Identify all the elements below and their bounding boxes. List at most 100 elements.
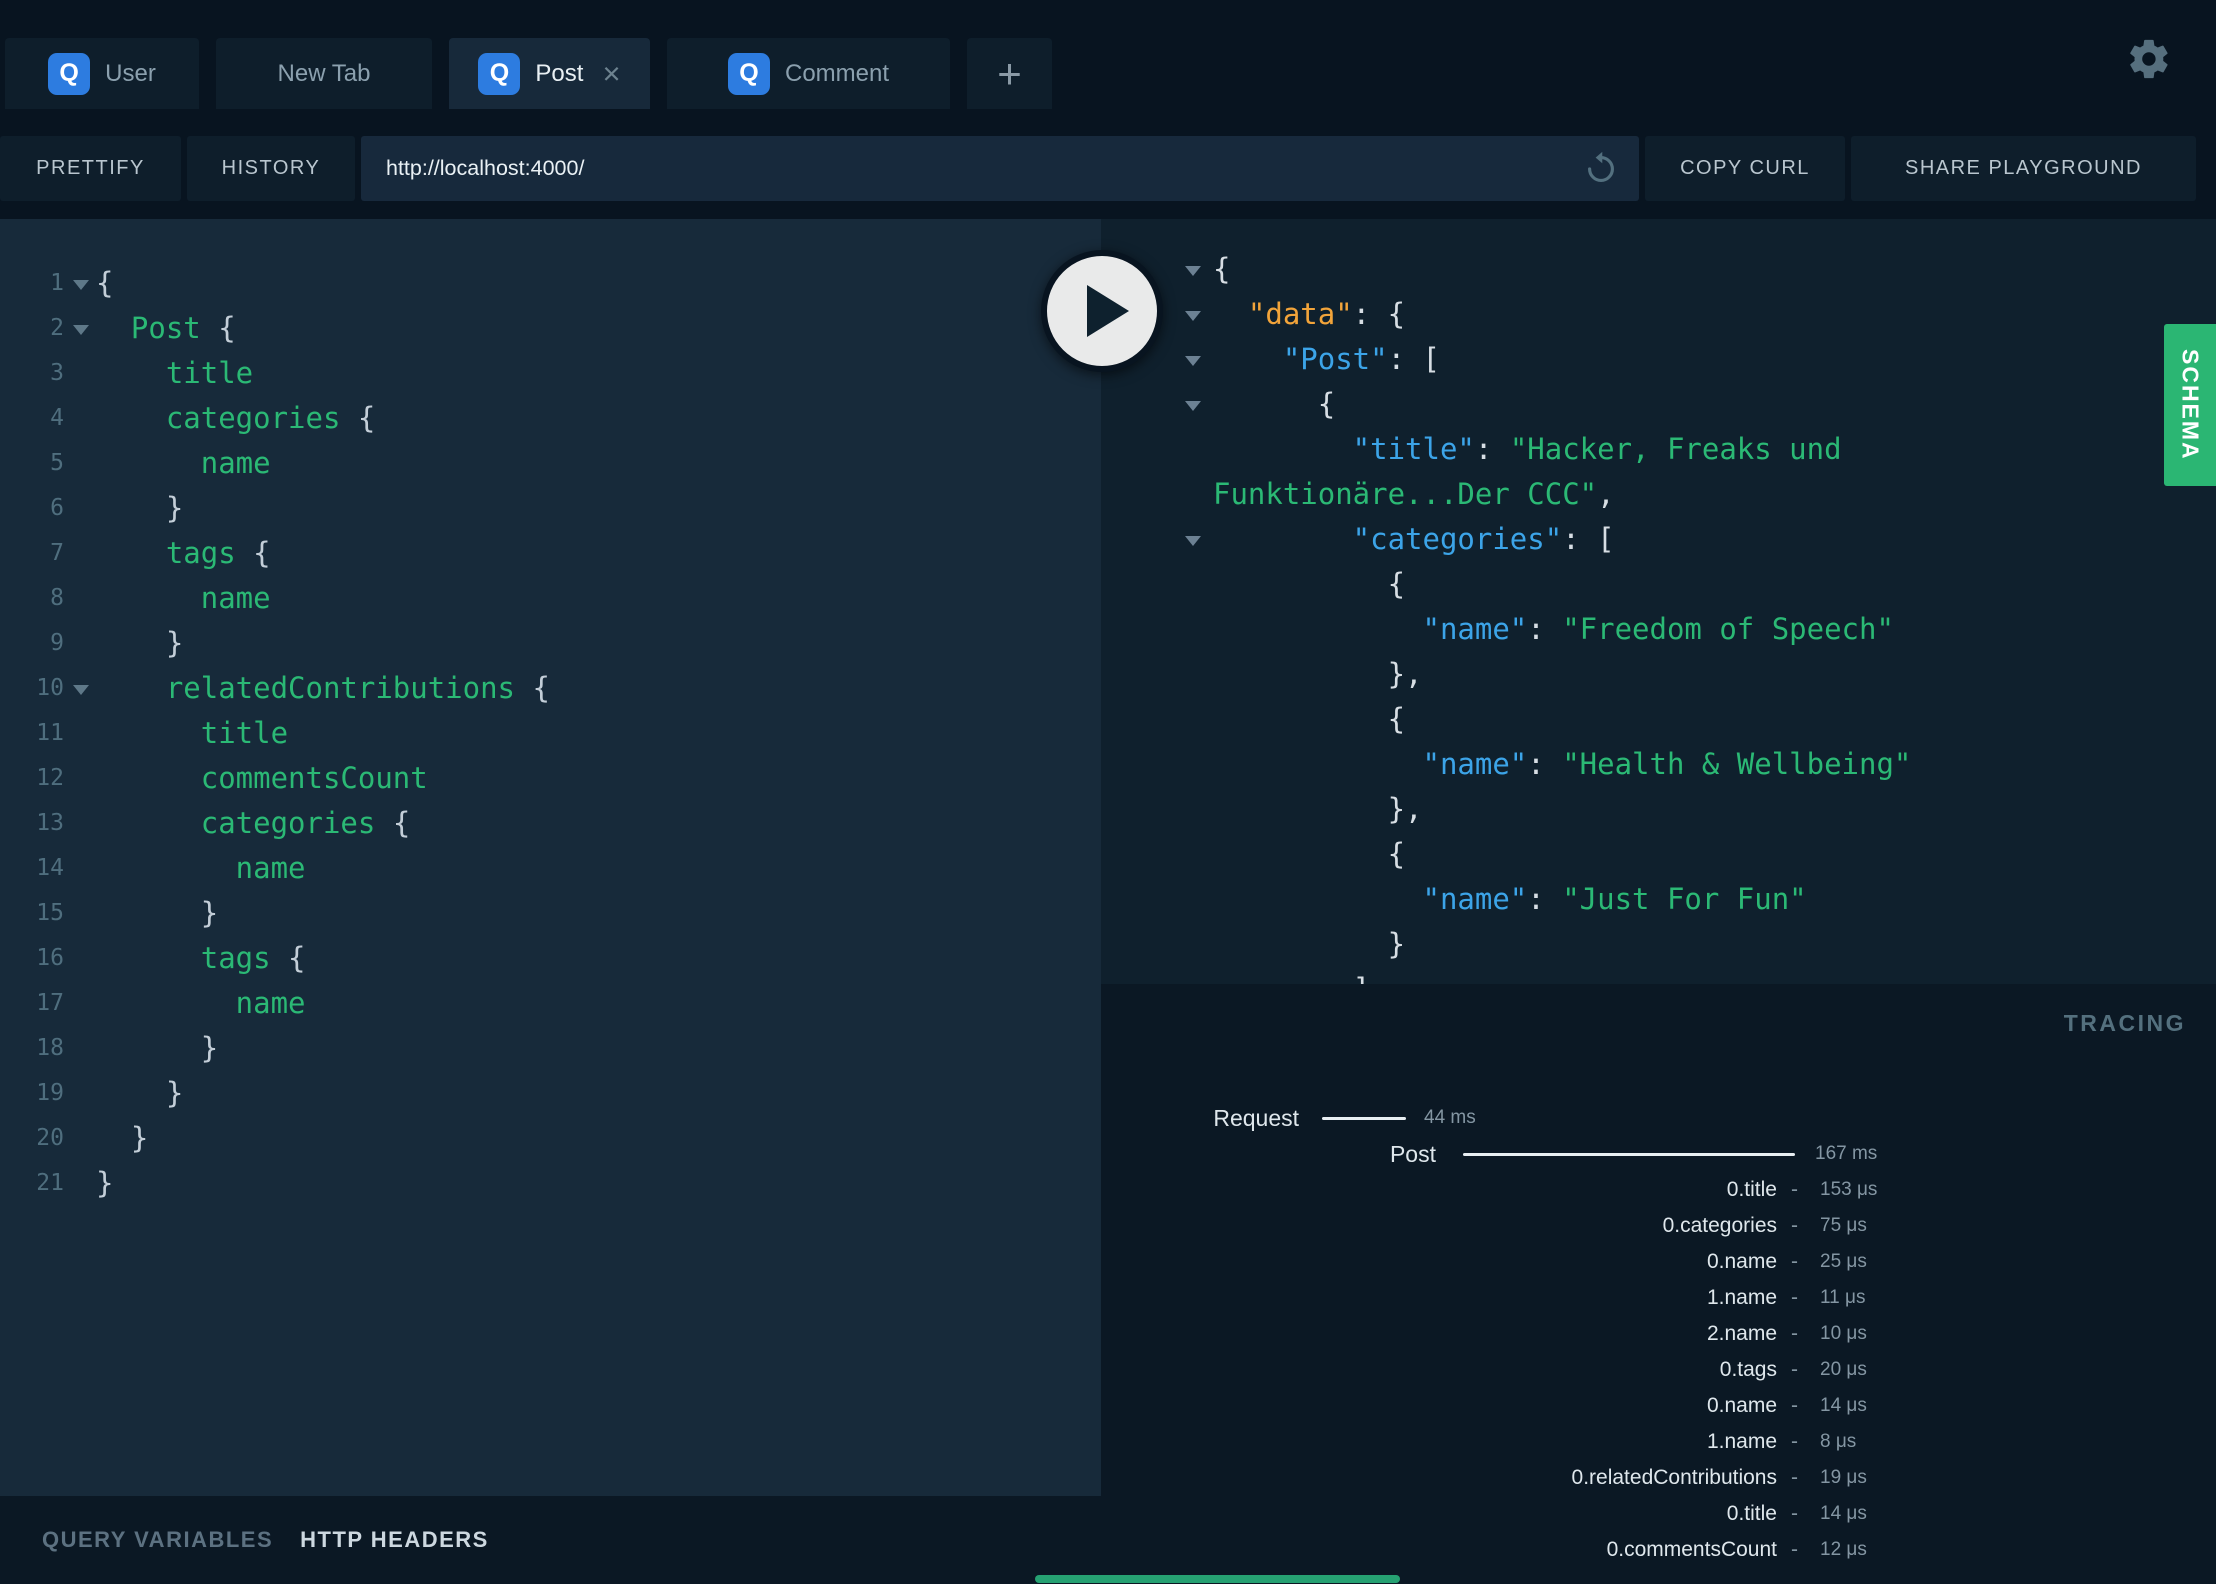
http-headers-tab[interactable]: HTTP HEADERS	[300, 1527, 489, 1553]
tracing-row: 0.title - 14 μs	[1101, 1496, 2216, 1532]
query-editor-line[interactable]: 18}	[0, 1026, 1101, 1071]
query-editor-line[interactable]: 16 tags {	[0, 936, 1101, 981]
query-editor-line[interactable]: 17 name	[0, 981, 1101, 1026]
line-number: 20	[36, 1125, 64, 1151]
tracing-dash: -	[1791, 1178, 1798, 1201]
response-code: }	[1388, 927, 1405, 961]
code-token: categories	[165, 401, 341, 435]
prettify-button[interactable]: PRETTIFY	[0, 136, 181, 201]
fold-arrow-icon[interactable]	[73, 280, 89, 290]
response-code: "name": "Just For Fun"	[1423, 882, 1807, 916]
collapse-arrow-icon[interactable]	[1185, 536, 1201, 546]
line-number: 4	[50, 405, 64, 431]
collapse-arrow-icon[interactable]	[1185, 311, 1201, 321]
line-number: 10	[36, 675, 64, 701]
endpoint-url-input[interactable]	[361, 136, 1639, 201]
query-code: categories {	[96, 396, 376, 441]
query-code: tags {	[96, 936, 306, 981]
query-editor-line[interactable]: 8 name	[0, 576, 1101, 621]
query-editor-line[interactable]: 12 commentsCount	[0, 756, 1101, 801]
fold-gutter	[64, 936, 96, 981]
query-editor-line[interactable]: 15}	[0, 891, 1101, 936]
collapse-arrow-icon[interactable]	[1185, 401, 1201, 411]
code-token: Funktionäre...Der CCC"	[1213, 477, 1598, 511]
query-editor-line[interactable]: 5 name	[0, 441, 1101, 486]
close-tab-icon[interactable]: ×	[602, 58, 620, 89]
execute-button[interactable]	[1041, 250, 1163, 372]
collapse-arrow-icon[interactable]	[1185, 356, 1201, 366]
copy-curl-button[interactable]: COPY CURL	[1645, 136, 1845, 201]
tracing-row: 0.relatedContributions - 19 μs	[1101, 1460, 2216, 1496]
settings-gear-icon[interactable]	[2126, 36, 2172, 82]
query-editor-line[interactable]: 13 categories {	[0, 801, 1101, 846]
query-editor-line[interactable]: 7 tags {	[0, 531, 1101, 576]
line-number: 2	[50, 315, 64, 341]
tracing-dash: -	[1791, 1538, 1798, 1561]
fold-gutter	[64, 891, 96, 936]
code-token: {	[1387, 837, 1406, 871]
schema-tab[interactable]: SCHEMA	[2164, 324, 2216, 486]
fold-gutter	[64, 1116, 96, 1161]
tracing-row-label: 0.tags	[1719, 1358, 1777, 1381]
code-token: {	[375, 806, 411, 840]
query-variables-tab[interactable]: QUERY VARIABLES	[42, 1527, 273, 1553]
response-code: "categories": [	[1353, 522, 1615, 556]
tracing-row-label: 0.categories	[1662, 1214, 1777, 1237]
tracing-row: 0.tags - 20 μs	[1101, 1352, 2216, 1388]
query-editor-line[interactable]: 4 categories {	[0, 396, 1101, 441]
query-editor-line[interactable]: 6}	[0, 486, 1101, 531]
response-code: "Post": [	[1283, 342, 1440, 376]
tab-comment[interactable]: Q Comment	[667, 38, 950, 109]
query-editor-line[interactable]: 20}	[0, 1116, 1101, 1161]
code-token: "name"	[1422, 612, 1528, 646]
query-code: categories {	[96, 801, 411, 846]
fold-arrow-icon[interactable]	[73, 685, 89, 695]
query-editor-line[interactable]: 9}	[0, 621, 1101, 666]
query-editor-line[interactable]: 1{	[0, 261, 1101, 306]
fold-gutter	[64, 576, 96, 621]
share-playground-button[interactable]: SHARE PLAYGROUND	[1851, 136, 2196, 201]
tracing-dash: -	[1791, 1430, 1798, 1453]
query-editor-line[interactable]: 2 Post {	[0, 306, 1101, 351]
code-token: tags	[165, 536, 236, 570]
query-editor[interactable]: 1{2 Post {3 title 4 categories {5 name 6} 7 tags…	[0, 219, 1101, 1496]
query-editor-line[interactable]: 21}	[0, 1161, 1101, 1206]
code-token: },	[1387, 792, 1423, 826]
code-token: : [	[1562, 522, 1615, 556]
fold-arrow-icon[interactable]	[73, 325, 89, 335]
tracing-row: 0.name - 14 μs	[1101, 1388, 2216, 1424]
tracing-duration-value: 10 μs	[1820, 1323, 1867, 1344]
query-code: name	[96, 981, 306, 1026]
query-editor-line[interactable]: 10 relatedContributions {	[0, 666, 1101, 711]
line-number: 18	[36, 1035, 64, 1061]
tracing-duration-value: 44 ms	[1424, 1107, 1476, 1128]
query-editor-line[interactable]: 11 title	[0, 711, 1101, 756]
query-editor-line[interactable]: 14 name	[0, 846, 1101, 891]
query-editor-line[interactable]: 19}	[0, 1071, 1101, 1116]
scrollbar-thumb[interactable]	[1035, 1575, 1400, 1583]
tab-new-tab[interactable]: New Tab	[216, 38, 432, 109]
code-token: }	[200, 1031, 219, 1065]
code-token: "name"	[1422, 747, 1528, 781]
tracing-duration-value: 167 ms	[1815, 1143, 1878, 1164]
tab-user[interactable]: Q User	[5, 38, 199, 109]
response-code: "data": {	[1248, 297, 1405, 331]
line-number: 7	[50, 540, 64, 566]
collapse-arrow-icon[interactable]	[1185, 266, 1201, 276]
history-button[interactable]: HISTORY	[187, 136, 355, 201]
query-editor-line[interactable]: 3 title	[0, 351, 1101, 396]
code-token: "categories"	[1352, 522, 1563, 556]
code-token: "name"	[1422, 882, 1528, 916]
code-token: title	[200, 716, 289, 750]
code-token: {	[1317, 387, 1336, 421]
fold-gutter	[64, 531, 96, 576]
tab-label: Comment	[784, 59, 890, 87]
code-token: "data"	[1247, 297, 1353, 331]
fold-gutter	[64, 1161, 96, 1206]
tab-post[interactable]: Q Post ×	[449, 38, 650, 109]
response-line: "data": {	[1101, 292, 2216, 337]
code-token: {	[96, 266, 114, 300]
add-tab-button[interactable]: +	[967, 38, 1052, 109]
reload-icon[interactable]	[1582, 150, 1620, 188]
line-number: 6	[50, 495, 64, 521]
